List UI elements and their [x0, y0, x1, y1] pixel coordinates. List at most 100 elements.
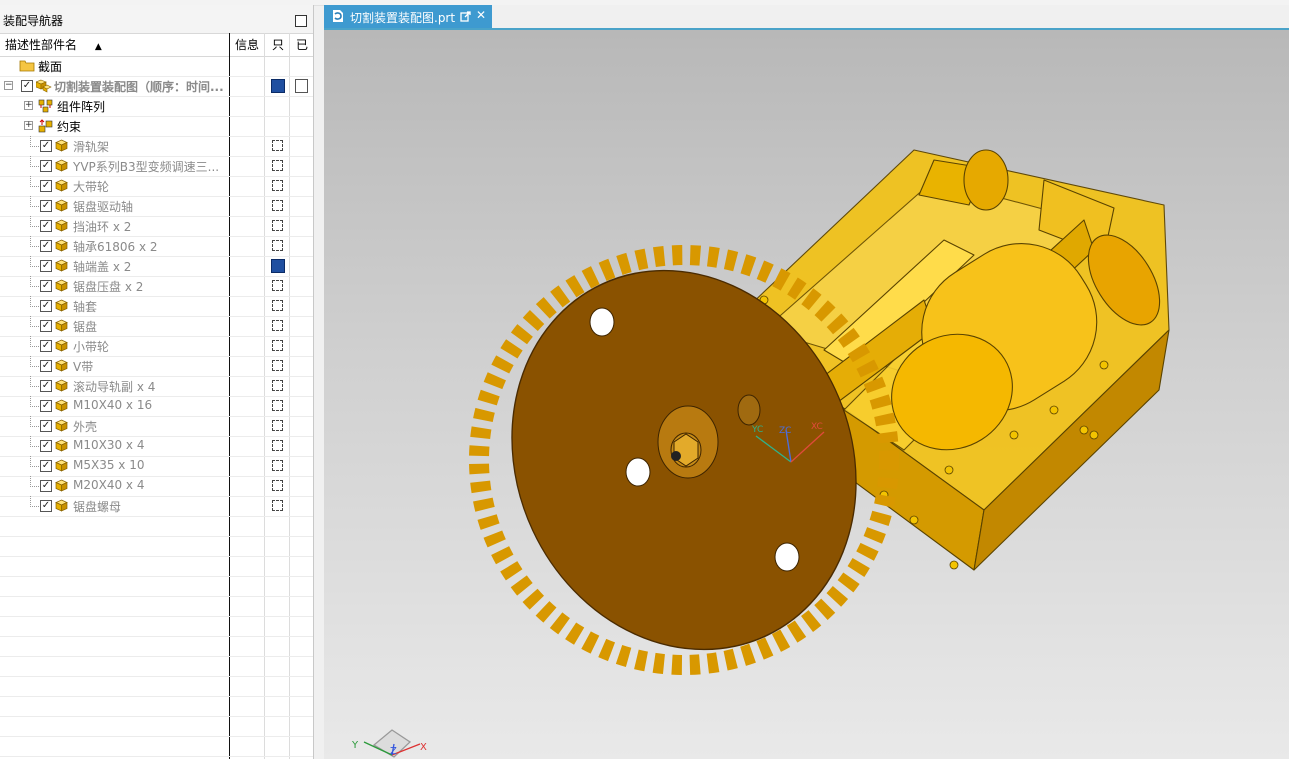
tree-row[interactable]: ✓ 轴套	[0, 296, 313, 317]
visibility-checkbox[interactable]: ✓	[40, 300, 52, 312]
part-cube-icon	[55, 419, 68, 432]
tree-row-label: 外壳	[73, 420, 98, 434]
document-tabbar: 切割装置装配图.prt ✕	[324, 5, 1289, 30]
visibility-checkbox[interactable]: ✓	[40, 440, 52, 452]
visibility-checkbox[interactable]: ✓	[40, 420, 52, 432]
view-z-label: Z	[390, 746, 397, 757]
tree-connector	[30, 196, 39, 207]
tree-connector	[30, 176, 39, 187]
part-cube-icon	[55, 459, 68, 472]
triad-xc-label: XC	[811, 422, 823, 432]
tree-row[interactable]: ✓ 大带轮	[0, 176, 313, 197]
graphics-viewport[interactable]: YC ZC XC Y X Z	[324, 30, 1289, 759]
tree-row[interactable]: ✓ M10X30 x 4	[0, 436, 313, 457]
tree-row[interactable]: ✓ 轴承61806 x 2	[0, 236, 313, 257]
tree-row-label: M5X35 x 10	[73, 458, 145, 472]
tree-row-label: 截面	[38, 60, 63, 74]
close-tab-button[interactable]: ✕	[476, 8, 486, 22]
tree-row-label: 组件阵列	[57, 100, 106, 114]
tree-row[interactable]: ✓ 锯盘螺母	[0, 496, 313, 517]
empty-row	[0, 696, 313, 717]
visibility-checkbox[interactable]: ✓	[40, 260, 52, 272]
visibility-checkbox[interactable]: ✓	[40, 500, 52, 512]
part-cube-icon	[55, 319, 68, 332]
column-modified[interactable]: 已	[296, 34, 308, 56]
tree-row[interactable]: ✓ V带	[0, 356, 313, 377]
tree-row[interactable]: ✓ 滑轨架	[0, 136, 313, 157]
visibility-checkbox[interactable]: ✓	[40, 280, 52, 292]
visibility-checkbox[interactable]: ✓	[40, 180, 52, 192]
constraint-icon	[38, 119, 53, 133]
visibility-checkbox[interactable]: ✓	[40, 140, 52, 152]
expand-icon[interactable]: +	[24, 101, 33, 110]
tree-row[interactable]: − ✓ 切割装置装配图（顺序：时间...	[0, 76, 313, 97]
assembly-model: YC ZC XC Y X Z	[351, 149, 1170, 758]
tab-assembly-file[interactable]: 切割装置装配图.prt ✕	[324, 5, 492, 28]
tree-row[interactable]: 截面	[0, 56, 313, 77]
tree-connector	[30, 316, 39, 327]
empty-row	[0, 716, 313, 737]
maximize-icon[interactable]	[295, 15, 307, 27]
tree-row[interactable]: ✓ 锯盘	[0, 316, 313, 337]
component-array-icon	[38, 99, 53, 113]
tree-connector	[30, 256, 39, 267]
collapse-icon[interactable]: −	[4, 81, 13, 90]
tree-row[interactable]: ✓ 滚动导轨副 x 4	[0, 376, 313, 397]
tree-row[interactable]: ✓ 外壳	[0, 416, 313, 437]
tree-connector	[30, 416, 39, 427]
tree-row[interactable]: ✓ YVP系列B3型变频调速三...	[0, 156, 313, 177]
tree-row[interactable]: ✓ M10X40 x 16	[0, 396, 313, 417]
visibility-checkbox[interactable]: ✓	[40, 400, 52, 412]
tree-row-label: YVP系列B3型变频调速三...	[73, 160, 220, 174]
folder-icon	[19, 59, 35, 72]
visibility-checkbox[interactable]: ✓	[21, 80, 33, 92]
visibility-checkbox[interactable]: ✓	[40, 200, 52, 212]
readonly-indicator	[272, 180, 283, 191]
tree-row[interactable]: ✓ M20X40 x 4	[0, 476, 313, 497]
column-readonly[interactable]: 只	[272, 34, 284, 56]
tree-connector	[30, 296, 39, 307]
tree-row[interactable]: + 组件阵列	[0, 96, 313, 117]
tree-row[interactable]: ✓ 锯盘压盘 x 2	[0, 276, 313, 297]
part-cube-icon	[55, 359, 68, 372]
tree-row[interactable]: ✓ 轴端盖 x 2	[0, 256, 313, 277]
tree-row-label: 轴端盖 x 2	[73, 260, 132, 274]
triad-yc-label: YC	[751, 425, 763, 435]
part-cube-icon	[55, 479, 68, 492]
tree-row[interactable]: + 约束	[0, 116, 313, 137]
visibility-checkbox[interactable]: ✓	[40, 460, 52, 472]
readonly-indicator	[272, 160, 283, 171]
tree-row[interactable]: ✓ M5X35 x 10	[0, 456, 313, 477]
tree-row[interactable]: ✓ 挡油环 x 2	[0, 216, 313, 237]
visibility-checkbox[interactable]: ✓	[40, 360, 52, 372]
tree-row-label: 滑轨架	[73, 140, 110, 154]
part-cube-icon	[55, 259, 68, 272]
visibility-checkbox[interactable]: ✓	[40, 380, 52, 392]
part-cube-icon	[55, 279, 68, 292]
visibility-checkbox[interactable]: ✓	[40, 160, 52, 172]
empty-row	[0, 536, 313, 557]
tree-row[interactable]: ✓ 小带轮	[0, 336, 313, 357]
tree-row-label: 约束	[57, 120, 82, 134]
column-info[interactable]: 信息	[235, 34, 259, 56]
visibility-checkbox[interactable]: ✓	[40, 320, 52, 332]
view-x-label: X	[420, 742, 427, 753]
modified-edit-icon	[295, 79, 308, 93]
visibility-checkbox[interactable]: ✓	[40, 480, 52, 492]
column-header: 描述性部件名 ▲ 信息 只 已	[0, 33, 313, 57]
tree-row-label: 轴套	[73, 300, 98, 314]
visibility-checkbox[interactable]: ✓	[40, 340, 52, 352]
readonly-indicator	[272, 360, 283, 371]
tree-row[interactable]: ✓ 锯盘驱动轴	[0, 196, 313, 217]
column-name[interactable]: 描述性部件名 ▲	[5, 34, 102, 56]
tree-row-label: M20X40 x 4	[73, 478, 145, 492]
visibility-checkbox[interactable]: ✓	[40, 240, 52, 252]
tree-row-label: 切割装置装配图（顺序：时间...	[54, 80, 224, 94]
expand-icon[interactable]: +	[24, 121, 33, 130]
tree-row-label: 滚动导轨副 x 4	[73, 380, 156, 394]
empty-row	[0, 656, 313, 677]
readonly-indicator	[272, 280, 283, 291]
nx-file-icon	[333, 10, 343, 22]
visibility-checkbox[interactable]: ✓	[40, 220, 52, 232]
undock-icon[interactable]	[460, 11, 471, 22]
